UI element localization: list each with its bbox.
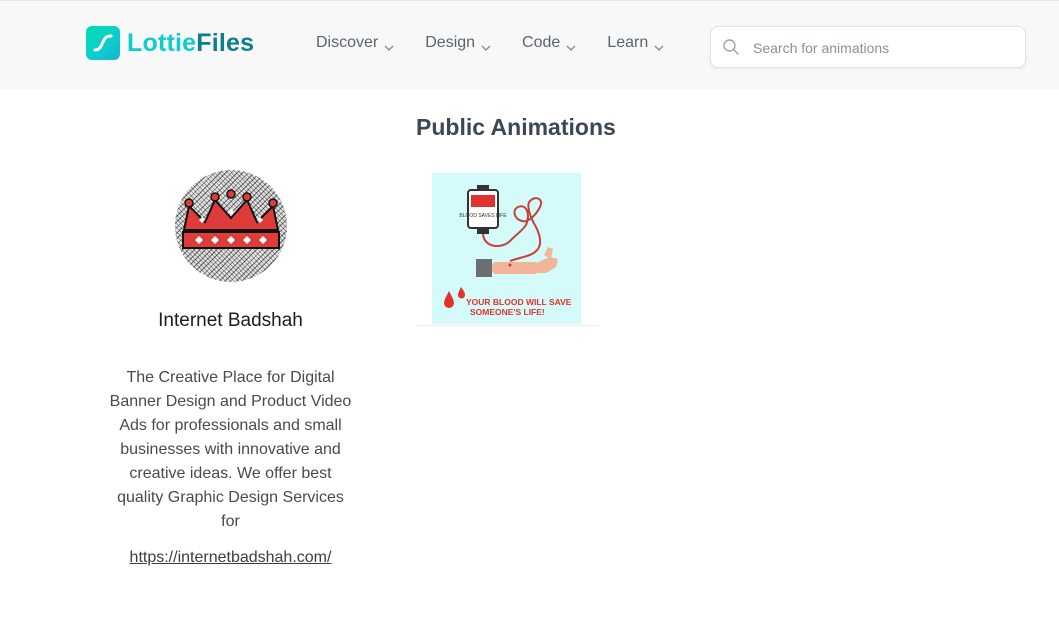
search-icon <box>722 38 740 56</box>
profile-bio: The Creative Place for Digital Banner De… <box>109 369 352 530</box>
lottiefiles-logo[interactable]: LottieFiles <box>86 25 254 61</box>
avatar <box>175 170 287 282</box>
nav-label: Discover <box>316 34 379 51</box>
main-nav: Discover Design Code Learn <box>316 34 695 52</box>
logo-text-secondary: Files <box>196 28 255 57</box>
nav-item-design[interactable]: Design <box>425 34 491 52</box>
chevron-down-icon <box>481 39 491 52</box>
lottie-logo-icon <box>86 26 120 60</box>
nav-item-code[interactable]: Code <box>522 34 576 52</box>
animation-thumbnail: BLOOD SAVES LIFE YOUR BLOOD WILL SAVE SO… <box>432 173 581 324</box>
crown-icon <box>182 189 280 249</box>
nav-item-learn[interactable]: Learn <box>607 34 664 52</box>
nav-label: Code <box>522 34 561 51</box>
nav-item-discover[interactable]: Discover <box>316 34 394 52</box>
profile-name: Internet Badshah <box>158 310 303 331</box>
chevron-down-icon <box>566 39 576 52</box>
caption-line: YOUR BLOOD WILL SAVE <box>466 297 572 307</box>
section-title: Public Animations <box>416 114 616 140</box>
animation-card[interactable]: BLOOD SAVES LIFE YOUR BLOOD WILL SAVE SO… <box>416 172 598 326</box>
chevron-down-icon <box>654 39 664 52</box>
nav-label: Design <box>425 34 476 51</box>
search-box[interactable] <box>710 26 1026 68</box>
nav-label: Learn <box>607 34 649 51</box>
top-header: LottieFiles Discover Design Code Learn <box>0 0 1059 89</box>
chevron-down-icon <box>384 39 394 52</box>
logo-text-primary: Lottie <box>127 28 197 57</box>
animation-caption: YOUR BLOOD WILL SAVE SOMEONE'S LIFE! <box>466 297 578 317</box>
bag-label: BLOOD SAVES LIFE <box>459 213 507 219</box>
logo-text: LottieFiles <box>127 29 254 58</box>
search-input[interactable] <box>751 35 1015 61</box>
profile-website-link[interactable]: https://internetbadshah.com/ <box>80 549 381 567</box>
caption-line: SOMEONE'S LIFE! <box>470 307 545 317</box>
